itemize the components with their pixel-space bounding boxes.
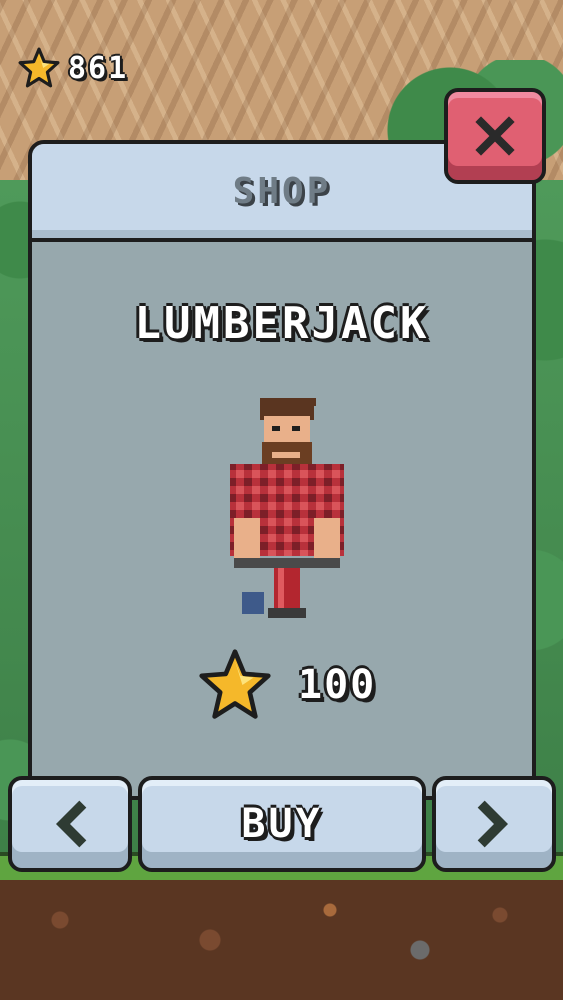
- chevron-right-icon: [477, 800, 508, 848]
- chevron-left-icon: [56, 800, 87, 848]
- buy-button[interactable]: BUY: [138, 776, 426, 872]
- lumberjack-character: [230, 398, 344, 618]
- star-counter: 861: [18, 46, 128, 90]
- shop-title: SHOP: [232, 170, 332, 212]
- close-button[interactable]: [444, 88, 546, 184]
- buy-label: BUY: [241, 801, 323, 847]
- next-item-button[interactable]: [432, 776, 556, 872]
- item-name: LUMBERJACK: [134, 298, 430, 349]
- dirt-ground: [0, 880, 563, 1000]
- star-icon: [18, 47, 60, 88]
- shop-panel: SHOP LUMBERJACK 100: [28, 140, 536, 800]
- star-icon: [199, 649, 271, 719]
- previous-item-button[interactable]: [8, 776, 132, 872]
- item-price: 100: [198, 648, 376, 722]
- star-count: 861: [68, 50, 129, 86]
- price-value: 100: [298, 662, 377, 708]
- close-icon: [475, 116, 515, 156]
